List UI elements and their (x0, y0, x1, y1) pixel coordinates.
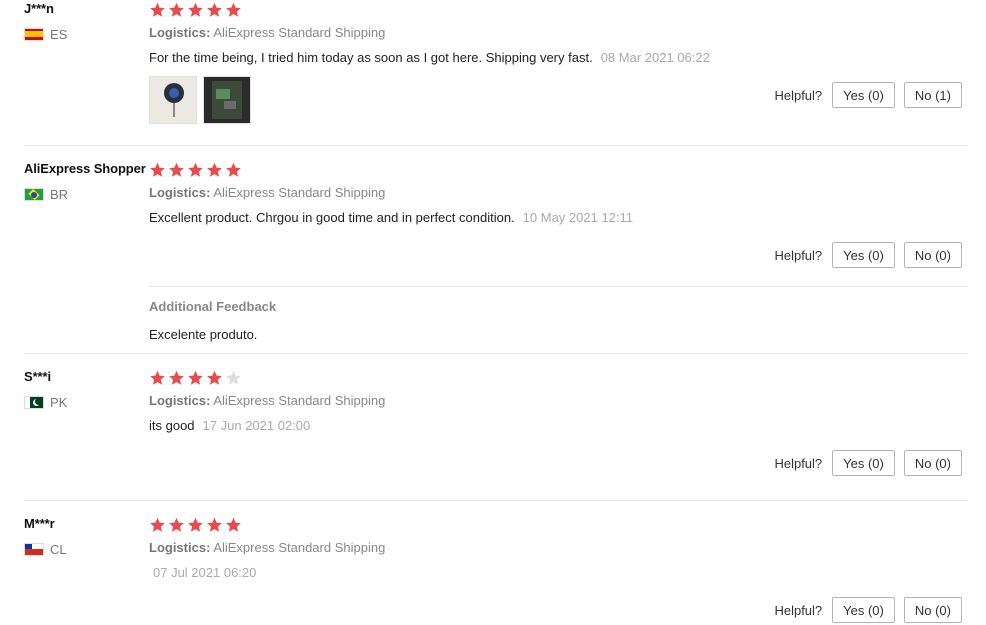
chile-flag-icon (24, 542, 44, 556)
review-date: 17 Jun 2021 02:00 (202, 418, 311, 433)
star-filled-icon (168, 517, 186, 533)
review-text: Excellent product. Chrgou in good time a… (149, 210, 633, 225)
star-filled-icon (206, 370, 224, 386)
star-rating (149, 370, 243, 386)
helpful-no-button[interactable]: No (1) (903, 82, 962, 108)
helpful-vote: Helpful? Yes (0) No (0) (774, 597, 962, 623)
review-body: For the time being, I tried him today as… (149, 50, 593, 65)
helpful-yes-button[interactable]: Yes (0) (832, 82, 895, 108)
helpful-vote: Helpful? Yes (0) No (0) (774, 450, 962, 476)
review-divider (24, 145, 968, 146)
reviewer-country: CL (24, 541, 67, 557)
star-empty-icon (225, 370, 243, 386)
review-text: 07 Jul 2021 06:20 (149, 565, 256, 580)
pakistan-flag-icon (24, 395, 44, 409)
logistics-method: AliExpress Standard Shipping (213, 25, 386, 40)
logistics-method: AliExpress Standard Shipping (213, 185, 386, 200)
spain-flag-icon (24, 27, 44, 41)
helpful-no-button[interactable]: No (0) (903, 242, 962, 268)
reviewer-country: BR (24, 186, 69, 202)
review-images (149, 76, 251, 124)
helpful-no-button[interactable]: No (0) (903, 597, 962, 623)
logistics-info: Logistics: AliExpress Standard Shipping (149, 393, 385, 408)
logistics-method: AliExpress Standard Shipping (213, 393, 386, 408)
additional-feedback-divider (149, 286, 968, 287)
star-filled-icon (149, 162, 167, 178)
star-filled-icon (149, 517, 167, 533)
reviewer-name: J***n (24, 1, 54, 16)
star-filled-icon (187, 517, 205, 533)
review-date: 08 Mar 2021 06:22 (600, 50, 710, 65)
star-filled-icon (225, 517, 243, 533)
review-date: 07 Jul 2021 06:20 (153, 565, 257, 580)
logistics-label: Logistics: (149, 25, 211, 40)
helpful-label: Helpful? (774, 455, 823, 471)
reviewer-name: S***i (24, 369, 51, 384)
country-code: CL (50, 541, 67, 557)
star-filled-icon (168, 370, 186, 386)
reviewer-name: M***r (24, 516, 55, 531)
logistics-info: Logistics: AliExpress Standard Shipping (149, 185, 385, 200)
logistics-info: Logistics: AliExpress Standard Shipping (149, 540, 385, 555)
reviewer-name: AliExpress Shopper (24, 161, 146, 176)
star-filled-icon (168, 2, 186, 18)
logistics-label: Logistics: (149, 393, 211, 408)
additional-feedback-text: Excelente produto. (149, 327, 258, 342)
review-body: Excellent product. Chrgou in good time a… (149, 210, 515, 225)
review-body: its good (149, 418, 195, 433)
reviewer-country: PK (24, 394, 68, 410)
helpful-label: Helpful? (774, 602, 823, 618)
review-divider (24, 500, 968, 501)
logistics-info: Logistics: AliExpress Standard Shipping (149, 25, 385, 40)
star-filled-icon (206, 517, 224, 533)
helpful-vote: Helpful? Yes (0) No (1) (774, 82, 962, 108)
logistics-method: AliExpress Standard Shipping (213, 540, 386, 555)
country-code: BR (50, 186, 69, 202)
star-rating (149, 162, 243, 178)
review-photo-thumbnail[interactable] (149, 76, 197, 124)
star-filled-icon (187, 370, 205, 386)
star-filled-icon (187, 162, 205, 178)
helpful-yes-button[interactable]: Yes (0) (832, 597, 895, 623)
helpful-yes-button[interactable]: Yes (0) (832, 242, 895, 268)
review-divider (24, 353, 968, 354)
reviewer-country: ES (24, 26, 68, 42)
star-filled-icon (168, 162, 186, 178)
helpful-label: Helpful? (774, 247, 823, 263)
review-text: For the time being, I tried him today as… (149, 50, 710, 65)
logistics-label: Logistics: (149, 540, 211, 555)
logistics-label: Logistics: (149, 185, 211, 200)
star-rating (149, 517, 243, 533)
review-date: 10 May 2021 12:11 (522, 210, 634, 225)
helpful-yes-button[interactable]: Yes (0) (832, 450, 895, 476)
review-photo-thumbnail[interactable] (203, 76, 251, 124)
country-code: ES (50, 26, 68, 42)
star-filled-icon (206, 2, 224, 18)
star-filled-icon (225, 2, 243, 18)
star-filled-icon (225, 162, 243, 178)
review-text: its good 17 Jun 2021 02:00 (149, 418, 310, 433)
star-filled-icon (187, 2, 205, 18)
helpful-label: Helpful? (774, 87, 823, 103)
helpful-no-button[interactable]: No (0) (903, 450, 962, 476)
helpful-vote: Helpful? Yes (0) No (0) (774, 242, 962, 268)
star-rating (149, 2, 243, 18)
additional-feedback-title: Additional Feedback (149, 299, 277, 314)
star-filled-icon (149, 370, 167, 386)
star-filled-icon (206, 162, 224, 178)
country-code: PK (50, 394, 68, 410)
star-filled-icon (149, 2, 167, 18)
brazil-flag-icon (24, 187, 44, 201)
